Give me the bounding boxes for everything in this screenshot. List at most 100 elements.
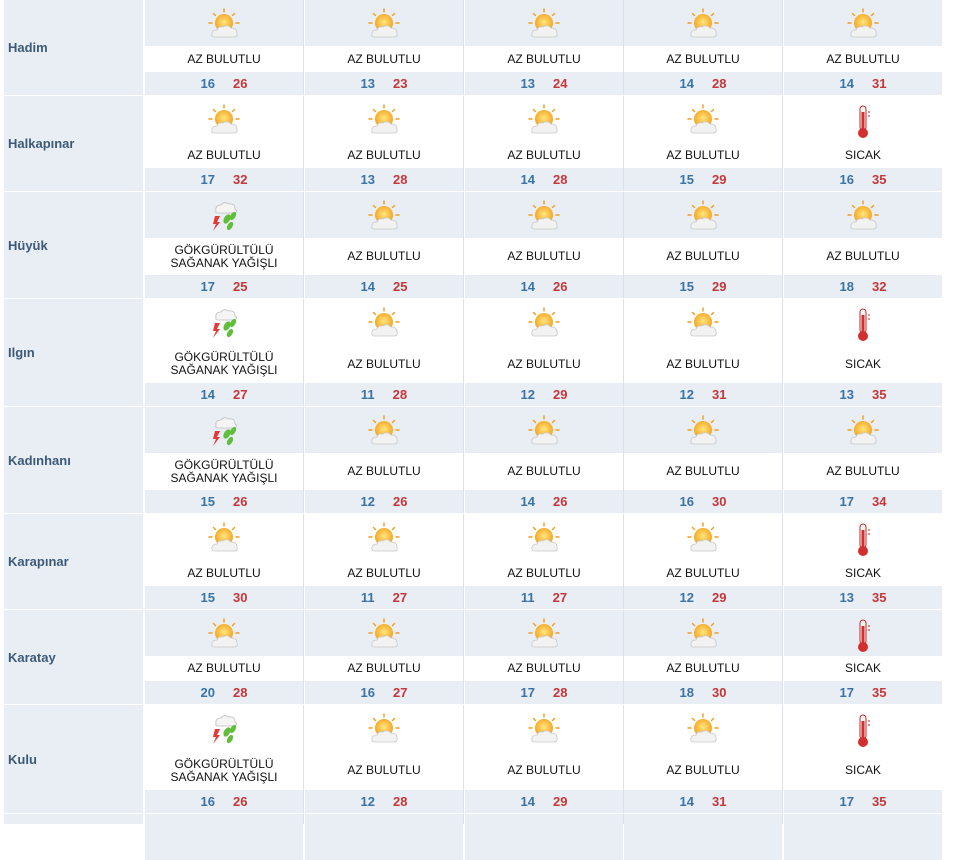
temperature-range: 14 26	[465, 275, 623, 298]
min-temp: 17	[520, 685, 535, 700]
min-temp: 17	[839, 685, 854, 700]
city-name[interactable]: Karapınar	[4, 514, 144, 609]
condition-label: GÖKGÜRÜLTÜLÜ SAĞANAK YAĞIŞLI	[170, 756, 278, 784]
thunderstorm-icon	[208, 307, 240, 339]
min-temp: 12	[360, 794, 375, 809]
day-cell: AZ BULUTLU 14 31	[784, 0, 942, 95]
temperature-range: 18 30	[624, 681, 782, 704]
city-name[interactable]: Ilgın	[4, 299, 144, 406]
temperature-range: 12 26	[305, 490, 463, 513]
icon-band	[305, 705, 463, 751]
temperature-range: 14 25	[305, 275, 463, 298]
condition-label: AZ BULUTLU	[666, 51, 740, 66]
condition-label: AZ BULUTLU	[347, 51, 421, 66]
city-name[interactable]: Kulu	[4, 705, 144, 813]
temperature-range: 15 29	[624, 168, 782, 191]
min-temp: 12	[360, 494, 375, 509]
min-temp: 14	[520, 172, 535, 187]
max-temp: 26	[553, 279, 568, 294]
temperature-range: 12 29	[465, 383, 623, 406]
day-cell: AZ BULUTLU 18 32	[784, 192, 942, 298]
max-temp: 29	[712, 279, 727, 294]
thunderstorm-icon	[208, 200, 240, 232]
day-cell: AZ BULUTLU 14 26	[465, 407, 624, 513]
day-cell	[784, 814, 942, 860]
temperature-range: 17 34	[784, 490, 942, 513]
icon-band	[465, 514, 623, 560]
day-cell: AZ BULUTLU 11 27	[305, 514, 464, 609]
condition-label: SICAK	[844, 356, 881, 371]
icon-band	[465, 192, 623, 238]
max-temp: 30	[712, 494, 727, 509]
city-name[interactable]: Hadim	[4, 0, 144, 95]
day-cell: AZ BULUTLU 13 24	[465, 0, 624, 95]
min-temp: 13	[360, 76, 375, 91]
icon-band	[624, 96, 782, 142]
condition-label: AZ BULUTLU	[507, 51, 581, 66]
city-name[interactable]: Karatay	[4, 610, 144, 704]
min-temp: 17	[200, 279, 215, 294]
icon-band	[624, 299, 782, 345]
max-temp: 32	[872, 279, 887, 294]
condition-label: AZ BULUTLU	[666, 464, 740, 478]
day-cell: AZ BULUTLU 15 30	[145, 514, 304, 609]
condition-label: AZ BULUTLU	[666, 356, 740, 371]
day-cell: SICAK 17 35	[784, 610, 942, 704]
icon-band	[784, 705, 942, 751]
icon-band	[305, 610, 463, 656]
condition-label: AZ BULUTLU	[666, 661, 740, 675]
icon-band	[465, 96, 623, 142]
max-temp: 35	[872, 172, 887, 187]
icon-band	[305, 407, 463, 453]
max-temp: 25	[233, 279, 248, 294]
day-cell: AZ BULUTLU 14 26	[465, 192, 624, 298]
max-temp: 32	[233, 172, 248, 187]
max-temp: 28	[393, 794, 408, 809]
day-cell: SICAK 13 35	[784, 514, 942, 609]
day-cell: AZ BULUTLU 12 26	[305, 407, 464, 513]
condition-label: AZ BULUTLU	[507, 464, 581, 478]
day-cell: AZ BULUTLU 13 23	[305, 0, 464, 95]
condition-label: AZ BULUTLU	[507, 763, 581, 777]
city-name[interactable]: Kadınhanı	[4, 407, 144, 513]
city-name[interactable]: Halkapınar	[4, 96, 144, 191]
city-row: Kulu GÖKGÜRÜLTÜLÜ SAĞANAK YAĞIŞLI 16 26 AZ B…	[0, 705, 943, 814]
icon-band	[305, 0, 463, 46]
day-cell: AZ BULUTLU 15 29	[624, 192, 783, 298]
min-temp: 14	[360, 279, 375, 294]
max-temp: 30	[712, 685, 727, 700]
icon-band	[305, 299, 463, 345]
day-cell: AZ BULUTLU 17 34	[784, 407, 942, 513]
condition-label: AZ BULUTLU	[507, 661, 581, 675]
max-temp: 34	[872, 494, 887, 509]
city-name[interactable]: Hüyük	[4, 192, 144, 298]
condition-label: AZ BULUTLU	[666, 565, 740, 580]
min-temp: 17	[200, 172, 215, 187]
min-temp: 11	[520, 590, 535, 605]
max-temp: 28	[392, 387, 408, 402]
temperature-range: 16 30	[624, 490, 782, 513]
max-temp: 28	[712, 76, 727, 91]
min-temp: 13	[360, 172, 375, 187]
min-temp: 16	[360, 685, 375, 700]
max-temp: 25	[393, 279, 408, 294]
condition-label: AZ BULUTLU	[347, 763, 421, 777]
day-cell	[305, 814, 464, 860]
icon-band	[305, 96, 463, 142]
day-cell: AZ BULUTLU 20 28	[145, 610, 304, 704]
condition-label: SICAK	[844, 661, 881, 675]
icon-band	[784, 0, 942, 46]
temperature-range: 17 25	[145, 275, 303, 298]
max-temp: 29	[712, 172, 727, 187]
icon-band	[465, 814, 623, 860]
partly-cloudy-icon	[368, 8, 400, 40]
max-temp: 27	[233, 387, 248, 402]
day-cell: GÖKGÜRÜLTÜLÜ SAĞANAK YAĞIŞLI 14 27	[145, 299, 304, 406]
thunderstorm-icon	[208, 713, 240, 745]
temperature-range: 13 35	[784, 383, 942, 406]
icon-band	[784, 514, 942, 560]
temperature-range: 16 26	[145, 790, 303, 813]
min-temp: 14	[679, 794, 694, 809]
partly-cloudy-icon	[208, 522, 240, 554]
day-cell: AZ BULUTLU 15 29	[624, 96, 783, 191]
